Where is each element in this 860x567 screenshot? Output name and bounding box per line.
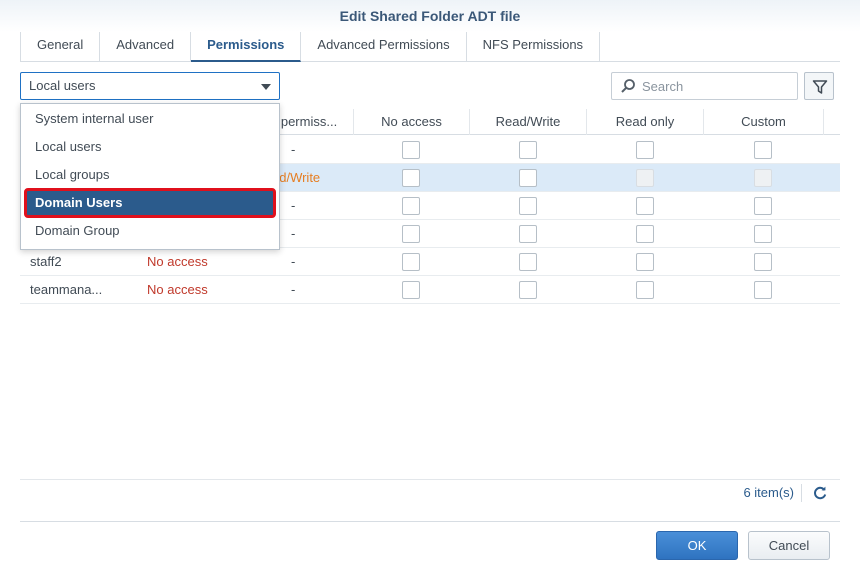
checkbox-no-access[interactable] [402,253,420,271]
row-permission: - [291,142,296,157]
table-row[interactable]: staff2 No access - [20,248,840,276]
column-header-custom[interactable]: Custom [704,109,824,135]
checkbox-no-access[interactable] [402,225,420,243]
checkbox-read-only[interactable] [636,281,654,299]
checkbox-custom[interactable] [754,141,772,159]
row-permission: - [291,282,296,297]
menu-item-local-groups[interactable]: Local groups [21,161,279,189]
tab-advanced[interactable]: Advanced [100,32,192,62]
checkbox-read-only [636,169,654,187]
checkbox-read-write[interactable] [519,197,537,215]
checkbox-read-only[interactable] [636,225,654,243]
checkbox-custom [754,169,772,187]
user-type-select[interactable]: Local users [20,72,280,100]
row-permission: - [291,254,296,269]
tab-nfs-permissions[interactable]: NFS Permissions [467,32,601,62]
tab-advanced-permissions[interactable]: Advanced Permissions [301,32,467,62]
search-input[interactable] [642,76,792,96]
menu-item-system-internal-user[interactable]: System internal user [21,105,279,133]
checkbox-read-only[interactable] [636,141,654,159]
search-box[interactable] [611,72,798,100]
checkbox-read-only[interactable] [636,197,654,215]
tab-bar: General Advanced Permissions Advanced Pe… [20,32,840,62]
checkbox-read-write[interactable] [519,253,537,271]
menu-item-domain-users[interactable]: Domain Users [24,188,276,218]
row-permission: - [291,198,296,213]
item-count: 6 item(s) [743,485,794,500]
checkbox-read-write[interactable] [519,141,537,159]
column-header-read-write[interactable]: Read/Write [470,109,587,135]
table-row[interactable]: teammana... No access - [20,276,840,304]
grid-footer-divider [20,479,840,480]
checkbox-custom[interactable] [754,253,772,271]
checkbox-no-access[interactable] [402,169,420,187]
row-preview: No access [147,254,208,269]
tab-general[interactable]: General [20,32,101,62]
menu-item-local-users[interactable]: Local users [21,133,279,161]
tab-permissions[interactable]: Permissions [191,32,302,62]
menu-item-domain-group[interactable]: Domain Group [21,217,279,245]
checkbox-custom[interactable] [754,197,772,215]
checkbox-read-only[interactable] [636,253,654,271]
dialog-title: Edit Shared Folder ADT file [0,0,860,32]
column-header-no-access[interactable]: No access [354,109,470,135]
row-name: teammana... [30,282,103,297]
dialog-footer-divider [20,521,840,522]
checkbox-no-access[interactable] [402,281,420,299]
checkbox-read-write[interactable] [519,169,537,187]
row-permission: ad/Write [272,170,321,185]
user-type-select-value: Local users [29,78,96,93]
checkbox-no-access[interactable] [402,197,420,215]
row-preview: No access [147,282,208,297]
column-header-read-only[interactable]: Read only [587,109,704,135]
filter-button[interactable] [804,72,834,100]
cancel-button[interactable]: Cancel [748,531,830,560]
ok-button[interactable]: OK [656,531,738,560]
refresh-icon[interactable] [812,485,828,504]
checkbox-custom[interactable] [754,281,772,299]
row-name: staff2 [30,254,62,269]
checkbox-no-access[interactable] [402,141,420,159]
checkbox-read-write[interactable] [519,281,537,299]
chevron-down-icon [261,84,271,90]
checkbox-custom[interactable] [754,225,772,243]
search-icon [620,78,636,97]
user-type-dropdown-menu: System internal user Local users Local g… [20,103,280,250]
filter-icon [812,80,828,94]
footer-separator [801,484,802,502]
checkbox-read-write[interactable] [519,225,537,243]
row-permission: - [291,226,296,241]
